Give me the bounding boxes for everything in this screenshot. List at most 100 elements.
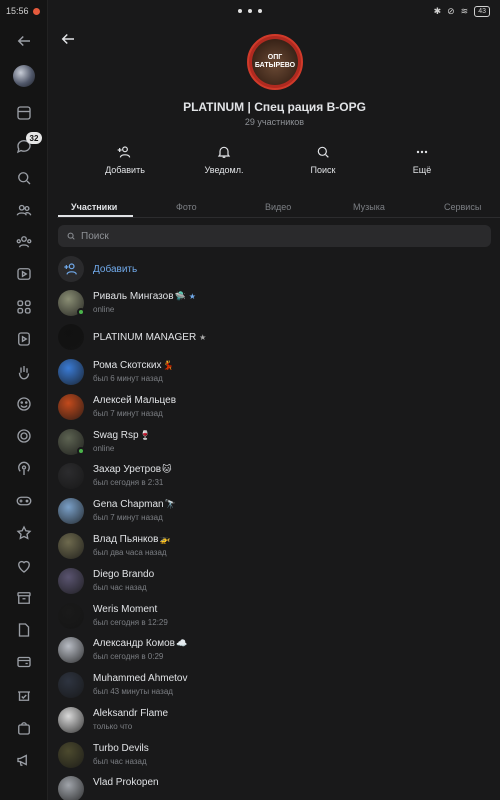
avatar[interactable] [58, 637, 84, 663]
member-row[interactable]: Muhammed Ahmetov был 43 минуты назад [58, 670, 491, 700]
back-arrow-icon[interactable] [14, 31, 34, 51]
window-icon[interactable] [14, 103, 34, 123]
search-icon [67, 232, 75, 240]
search-icon[interactable] [14, 168, 34, 188]
tab-services[interactable]: Сервисы [444, 202, 481, 212]
search-action[interactable]: Поиск [293, 144, 353, 175]
add-member-action[interactable]: Добавить [95, 144, 155, 175]
megaphone-icon[interactable] [14, 750, 34, 770]
avatar[interactable] [58, 568, 84, 594]
tab-music[interactable]: Музыка [353, 202, 385, 212]
more-dots-icon [416, 150, 428, 154]
group-avatar[interactable]: ОПГ БАТЫРЕВО [247, 34, 303, 90]
add-member-row[interactable]: Добавить [58, 255, 137, 283]
add-member-label: Добавить [93, 263, 138, 275]
member-status: был час назад [93, 757, 147, 766]
window-controls-dots[interactable] [238, 9, 262, 13]
gamepad-icon[interactable] [14, 491, 34, 511]
member-row[interactable]: Swag Rsp🍷 online [58, 427, 491, 457]
member-name[interactable]: Turbo Devils [93, 743, 149, 754]
member-row[interactable]: Алексей Мальцев был 7 минут назад [58, 392, 491, 422]
member-name[interactable]: Aleksandr Flame [93, 708, 168, 719]
member-name[interactable]: Рома Скотских💃 [93, 360, 174, 371]
member-status: был 7 минут назад [93, 409, 163, 418]
avatar[interactable] [58, 394, 84, 420]
avatar[interactable] [58, 707, 84, 733]
member-status: был 7 минут назад [93, 513, 163, 522]
notification-dot-icon [32, 7, 40, 15]
add-user-icon [117, 146, 131, 158]
friends-icon[interactable] [14, 200, 34, 220]
smile-icon[interactable] [14, 394, 34, 414]
admin-star-icon: ★ [199, 333, 207, 342]
avatar[interactable] [58, 742, 84, 768]
member-row[interactable]: Aleksandr Flame только что [58, 705, 491, 735]
member-row[interactable]: Рома Скотских💃 был 6 минут назад [58, 357, 491, 387]
member-row[interactable]: Риваль Мингазов🛸 ★ online [58, 288, 491, 318]
notifications-action[interactable]: Уведомл. [194, 144, 254, 175]
archive-icon[interactable] [14, 588, 34, 608]
member-name[interactable]: Риваль Мингазов🛸 ★ [93, 291, 196, 302]
member-row[interactable]: Vlad Prokopen [58, 774, 491, 800]
mute-icon: ⊘ [447, 5, 455, 16]
member-name[interactable]: Weris Moment [93, 604, 157, 615]
member-row[interactable]: Влад Пьянков🚁 был два часа назад [58, 531, 491, 561]
unread-badge: 32 [26, 132, 42, 144]
member-row[interactable]: PLATINUM MANAGER ★ [58, 322, 491, 352]
avatar[interactable] [58, 463, 84, 489]
avatar[interactable] [58, 672, 84, 698]
avatar[interactable] [58, 359, 84, 385]
member-row[interactable]: Gena Chapman🔭 был 7 минут назад [58, 496, 491, 526]
video-icon[interactable] [14, 329, 34, 349]
avatar[interactable] [58, 498, 84, 524]
member-name[interactable]: Александр Комов☁️ [93, 638, 187, 649]
more-action[interactable]: Ещё [392, 144, 452, 175]
member-row[interactable]: Александр Комов☁️ был сегодня в 0:29 [58, 635, 491, 665]
search-input[interactable]: Поиск [58, 225, 491, 247]
member-name[interactable]: PLATINUM MANAGER ★ [93, 332, 206, 343]
member-name[interactable]: Алексей Мальцев [93, 395, 176, 406]
apps-icon[interactable] [14, 297, 34, 317]
member-status: online [93, 305, 115, 314]
avatar[interactable] [58, 776, 84, 800]
bag-icon[interactable] [14, 718, 34, 738]
member-row[interactable]: Захар Уретров🐱 был сегодня в 2:31 [58, 461, 491, 491]
star-icon[interactable] [14, 523, 34, 543]
avatar[interactable] [13, 65, 35, 87]
member-name[interactable]: Swag Rsp🍷 [93, 430, 151, 441]
member-status: был час назад [93, 583, 147, 592]
status-emoji: 🐱 [162, 464, 172, 474]
avatar[interactable] [58, 533, 84, 559]
member-status: был 6 минут назад [93, 374, 163, 383]
member-row[interactable]: Turbo Devils был час назад [58, 740, 491, 770]
member-name[interactable]: Vlad Prokopen [93, 777, 159, 788]
member-row[interactable]: Diego Brando был час назад [58, 566, 491, 596]
avatar[interactable] [58, 324, 84, 350]
add-user-icon [58, 256, 84, 282]
member-name[interactable]: Захар Уретров🐱 [93, 464, 172, 475]
member-name[interactable]: Gena Chapman🔭 [93, 499, 176, 510]
member-name[interactable]: Diego Brando [93, 569, 154, 580]
group-avatar-text: ОПГ БАТЫРЕВО [252, 39, 298, 85]
wallet-icon[interactable] [14, 652, 34, 672]
avatar[interactable] [58, 603, 84, 629]
tab-photo[interactable]: Фото [176, 202, 197, 212]
member-row[interactable]: Weris Moment был сегодня в 12:29 [58, 601, 491, 631]
online-indicator [77, 308, 85, 316]
market-icon[interactable] [14, 685, 34, 705]
heart-icon[interactable] [14, 556, 34, 576]
member-name[interactable]: Влад Пьянков🚁 [93, 534, 171, 545]
hand-icon[interactable] [14, 362, 34, 382]
tab-video[interactable]: Видео [265, 202, 291, 212]
back-button[interactable] [59, 30, 79, 50]
target-icon[interactable] [14, 426, 34, 446]
member-status: только что [93, 722, 133, 731]
tab-members[interactable]: Участники [71, 202, 117, 212]
document-icon[interactable] [14, 620, 34, 640]
status-emoji: 💃 [162, 360, 174, 370]
groups-icon[interactable] [14, 232, 34, 252]
member-status: online [93, 444, 115, 453]
member-name[interactable]: Muhammed Ahmetov [93, 673, 188, 684]
clips-icon[interactable] [14, 264, 34, 284]
podcast-icon[interactable] [14, 459, 34, 479]
